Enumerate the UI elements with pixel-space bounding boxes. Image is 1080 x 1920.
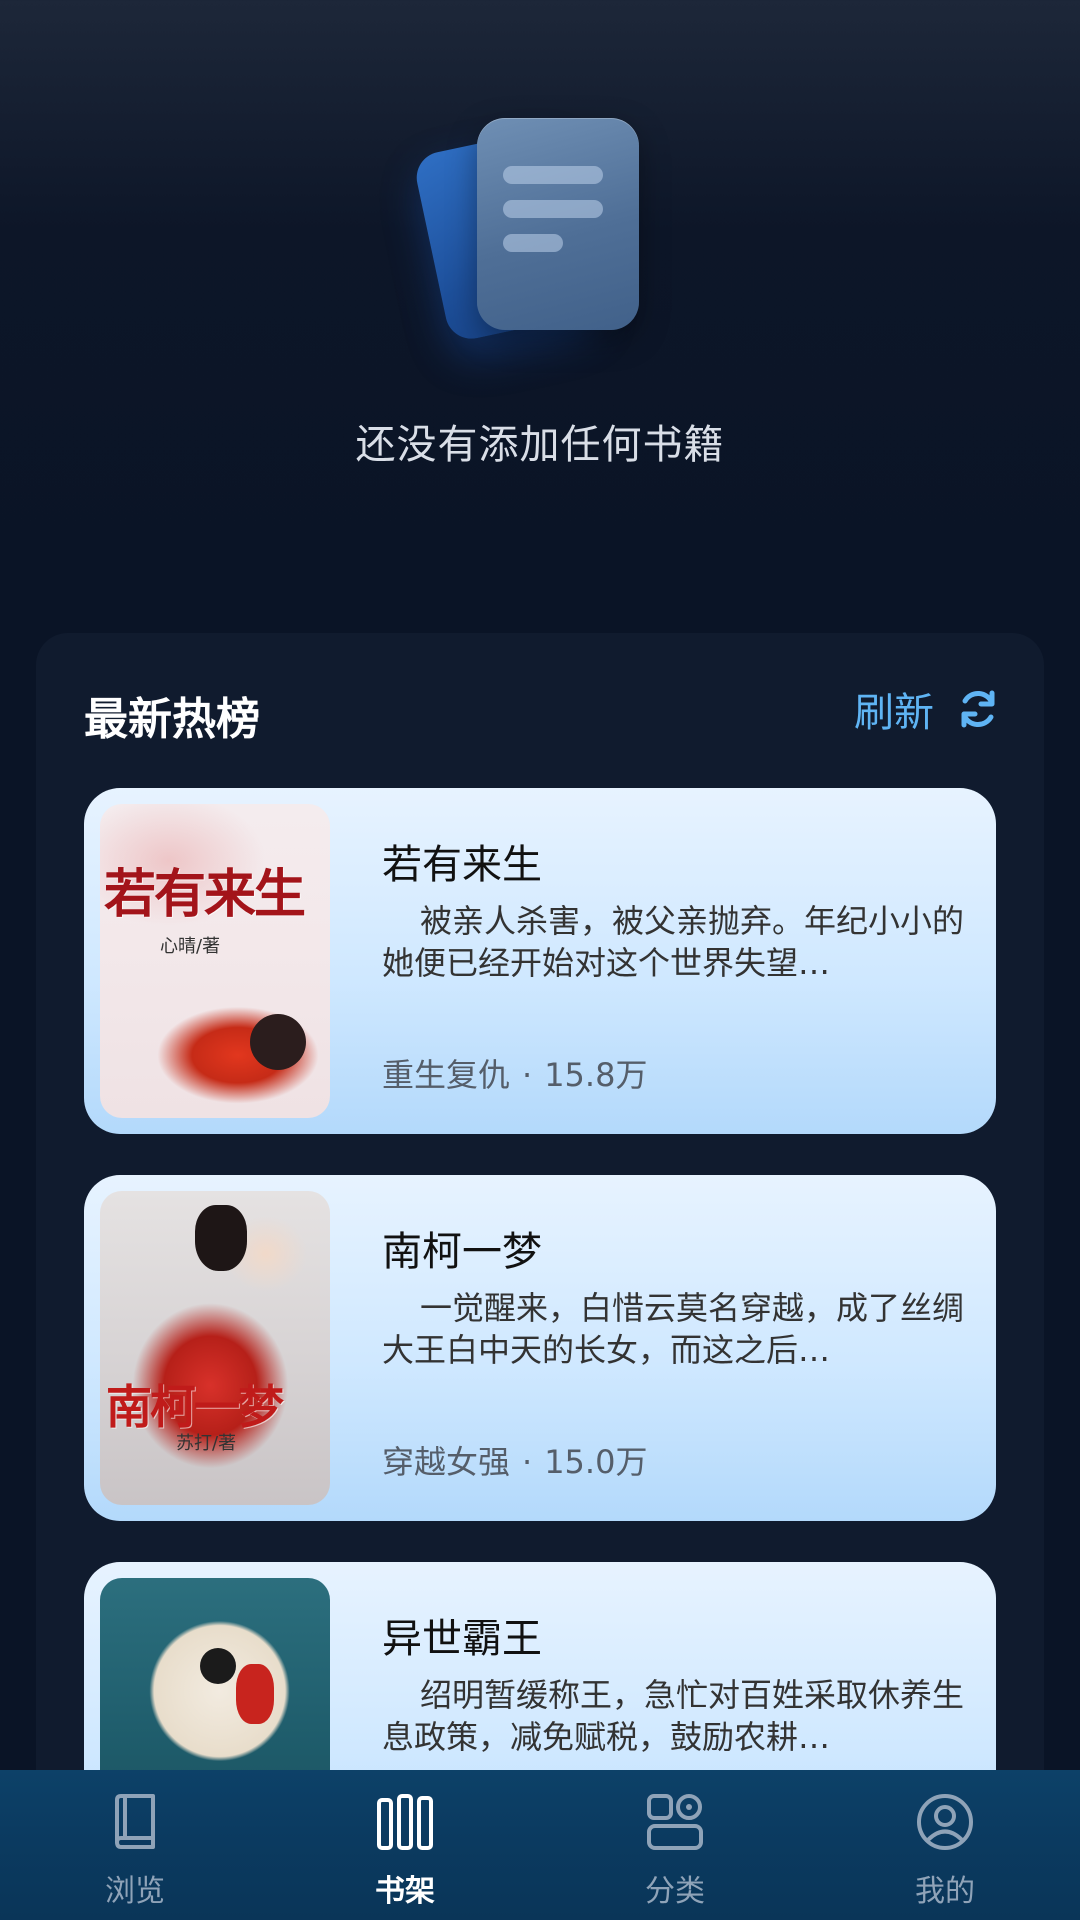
tab-browse[interactable]: 浏览 <box>0 1770 270 1920</box>
cover-title-text: 若有来生 <box>104 864 306 925</box>
book-read-count: 15.0万 <box>544 1443 648 1481</box>
book-description: 一觉醒来，白惜云莫名穿越，成了丝绸大王白中天的长女，而这之后… <box>382 1289 964 1369</box>
refresh-label: 刷新 <box>854 690 934 736</box>
book-title: 异世霸王 <box>382 1616 542 1662</box>
tab-label: 分类 <box>645 1874 705 1909</box>
category-icon <box>645 1792 705 1852</box>
hot-list-title: 最新热榜 <box>84 694 260 745</box>
book-cover-image: 南柯一梦 苏打/著 <box>100 1191 330 1505</box>
tab-mine[interactable]: 我的 <box>810 1770 1080 1920</box>
book-icon <box>107 1792 163 1852</box>
tab-category[interactable]: 分类 <box>540 1770 810 1920</box>
tab-bookshelf[interactable]: 书架 <box>270 1770 540 1920</box>
tab-label: 书架 <box>375 1874 435 1909</box>
cover-figure <box>250 1014 306 1070</box>
bookshelf-icon <box>375 1792 435 1852</box>
cover-figure <box>236 1664 274 1724</box>
book-card[interactable]: 若有来生 心晴/著 若有来生 被亲人杀害，被父亲抛弃。年纪小小的她便已经开始对这… <box>84 788 996 1134</box>
bottom-tab-bar: 浏览 书架 分类 我的 <box>0 1770 1080 1920</box>
book-meta: 穿越女强 · 15.0万 <box>382 1437 647 1483</box>
book-description: 绍明暂缓称王，急忙对百姓采取休养生息政策，减免赋税，鼓励农耕… <box>382 1676 964 1756</box>
user-icon <box>915 1792 975 1852</box>
hot-list-panel: 最新热榜 刷新 若有来生 心晴/著 若有来生 被亲人杀害，被父亲抛弃。年纪小小的… <box>36 633 1044 1920</box>
book-cover-image: 若有来生 心晴/著 <box>100 804 330 1118</box>
cover-title-text: 南柯一梦 <box>106 1380 284 1434</box>
empty-bookshelf-illustration <box>411 110 660 350</box>
book-description: 被亲人杀害，被父亲抛弃。年纪小小的她便已经开始对这个世界失望… <box>382 902 964 982</box>
tab-label: 我的 <box>915 1874 975 1909</box>
tab-label: 浏览 <box>105 1874 165 1909</box>
empty-state-message: 还没有添加任何书籍 <box>355 422 725 468</box>
cover-figure <box>195 1205 247 1271</box>
book-meta: 重生复仇 · 15.8万 <box>382 1050 647 1096</box>
book-genre: 穿越女强 <box>382 1443 511 1481</box>
meta-separator: · <box>522 1443 533 1481</box>
cover-figure <box>200 1648 236 1684</box>
cover-author-text: 心晴/著 <box>160 936 221 957</box>
book-title: 若有来生 <box>382 842 542 888</box>
book-read-count: 15.8万 <box>544 1056 648 1094</box>
book-title: 南柯一梦 <box>382 1229 542 1275</box>
cover-author-text: 苏打/著 <box>176 1433 237 1454</box>
book-card[interactable]: 南柯一梦 苏打/著 南柯一梦 一觉醒来，白惜云莫名穿越，成了丝绸大王白中天的长女… <box>84 1175 996 1521</box>
document-stack-icon <box>477 118 639 330</box>
refresh-button[interactable]: 刷新 <box>854 681 1000 737</box>
meta-separator: · <box>522 1056 533 1094</box>
refresh-icon <box>956 687 1000 731</box>
book-genre: 重生复仇 <box>382 1056 511 1094</box>
